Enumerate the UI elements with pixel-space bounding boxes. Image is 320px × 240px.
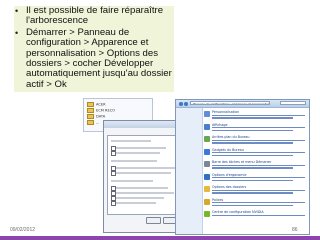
address-field[interactable]: Panneau de configuration ▸ Apparence et … bbox=[190, 101, 270, 105]
dialog-checkbox[interactable] bbox=[111, 196, 116, 201]
bullet-item: • Il est possible de faire réparaître l'… bbox=[14, 5, 174, 27]
desktop-background-icon bbox=[204, 136, 210, 142]
footer-page-number: 86 bbox=[292, 227, 298, 233]
display-icon bbox=[204, 123, 210, 130]
bullet-text: Démarrer > Panneau de configuration > Ap… bbox=[26, 26, 172, 90]
bullet-dot-icon: • bbox=[15, 27, 19, 38]
gadgets-icon bbox=[204, 148, 210, 155]
dialog-checkbox[interactable] bbox=[111, 146, 116, 151]
back-arrow-icon[interactable] bbox=[179, 101, 183, 106]
category-item[interactable]: Gadgets du Bureau bbox=[204, 148, 307, 161]
category-item[interactable]: Options des dossiers bbox=[204, 185, 307, 198]
category-item[interactable]: Arrière-plan du Bureau bbox=[204, 135, 307, 148]
category-item[interactable]: Barre des tâches et menu Démarrer bbox=[204, 160, 307, 173]
category-item[interactable]: Polices bbox=[204, 198, 307, 211]
dialog-tabs bbox=[107, 129, 153, 146]
address-bar: Panneau de configuration ▸ Apparence et … bbox=[176, 100, 309, 108]
folder-icon bbox=[87, 108, 94, 113]
personalization-icon bbox=[204, 111, 210, 117]
footer-bar bbox=[0, 236, 320, 240]
dialog-checkbox[interactable] bbox=[111, 201, 116, 206]
footer-date: 09/02/2012 bbox=[10, 227, 36, 233]
slide: • Il est possible de faire réparaître l'… bbox=[0, 0, 320, 240]
folder-icon bbox=[87, 120, 94, 125]
tree-item: ACER bbox=[87, 102, 106, 107]
ease-of-access-icon bbox=[204, 173, 210, 180]
taskbar-icon bbox=[204, 161, 210, 167]
tree-item: ECM RECO bbox=[87, 108, 115, 113]
fonts-icon bbox=[204, 198, 210, 205]
category-item[interactable]: Options d'ergonomie bbox=[204, 173, 307, 186]
windows-screenshot: ACER ECM RECO DATA ... Panneau de config… bbox=[83, 98, 310, 235]
dialog-checkbox[interactable] bbox=[111, 151, 116, 156]
category-item[interactable]: Centre de configuration NVIDIA bbox=[204, 210, 307, 223]
bullet-list: • Il est possible de faire réparaître l'… bbox=[14, 5, 174, 93]
category-item[interactable]: Personnalisation bbox=[204, 110, 307, 123]
dialog-checkbox[interactable] bbox=[111, 166, 116, 171]
tree-item: DATA bbox=[87, 114, 105, 119]
category-list: Personnalisation Affichage Arrière-plan … bbox=[204, 110, 307, 223]
forward-arrow-icon[interactable] bbox=[184, 101, 188, 106]
tree-item: ... bbox=[87, 120, 99, 125]
dialog-checkbox[interactable] bbox=[111, 171, 116, 176]
navigation-pane bbox=[176, 108, 203, 234]
category-item[interactable]: Affichage bbox=[204, 123, 307, 136]
folder-options-icon bbox=[204, 186, 210, 192]
dialog-checkbox[interactable] bbox=[111, 186, 116, 191]
folder-icon bbox=[87, 102, 94, 107]
search-input[interactable] bbox=[280, 101, 306, 105]
dialog-button[interactable] bbox=[146, 217, 161, 224]
dialog-checkbox[interactable] bbox=[111, 191, 116, 196]
bullet-text: Il est possible de faire réparaître l'ar… bbox=[26, 5, 164, 27]
folder-icon bbox=[87, 114, 94, 119]
bullet-dot-icon: • bbox=[15, 6, 19, 16]
control-panel-window: Panneau de configuration ▸ Apparence et … bbox=[175, 99, 310, 235]
bullet-item: • Démarrer > Panneau de configuration > … bbox=[14, 26, 174, 90]
nvidia-icon bbox=[204, 211, 210, 217]
